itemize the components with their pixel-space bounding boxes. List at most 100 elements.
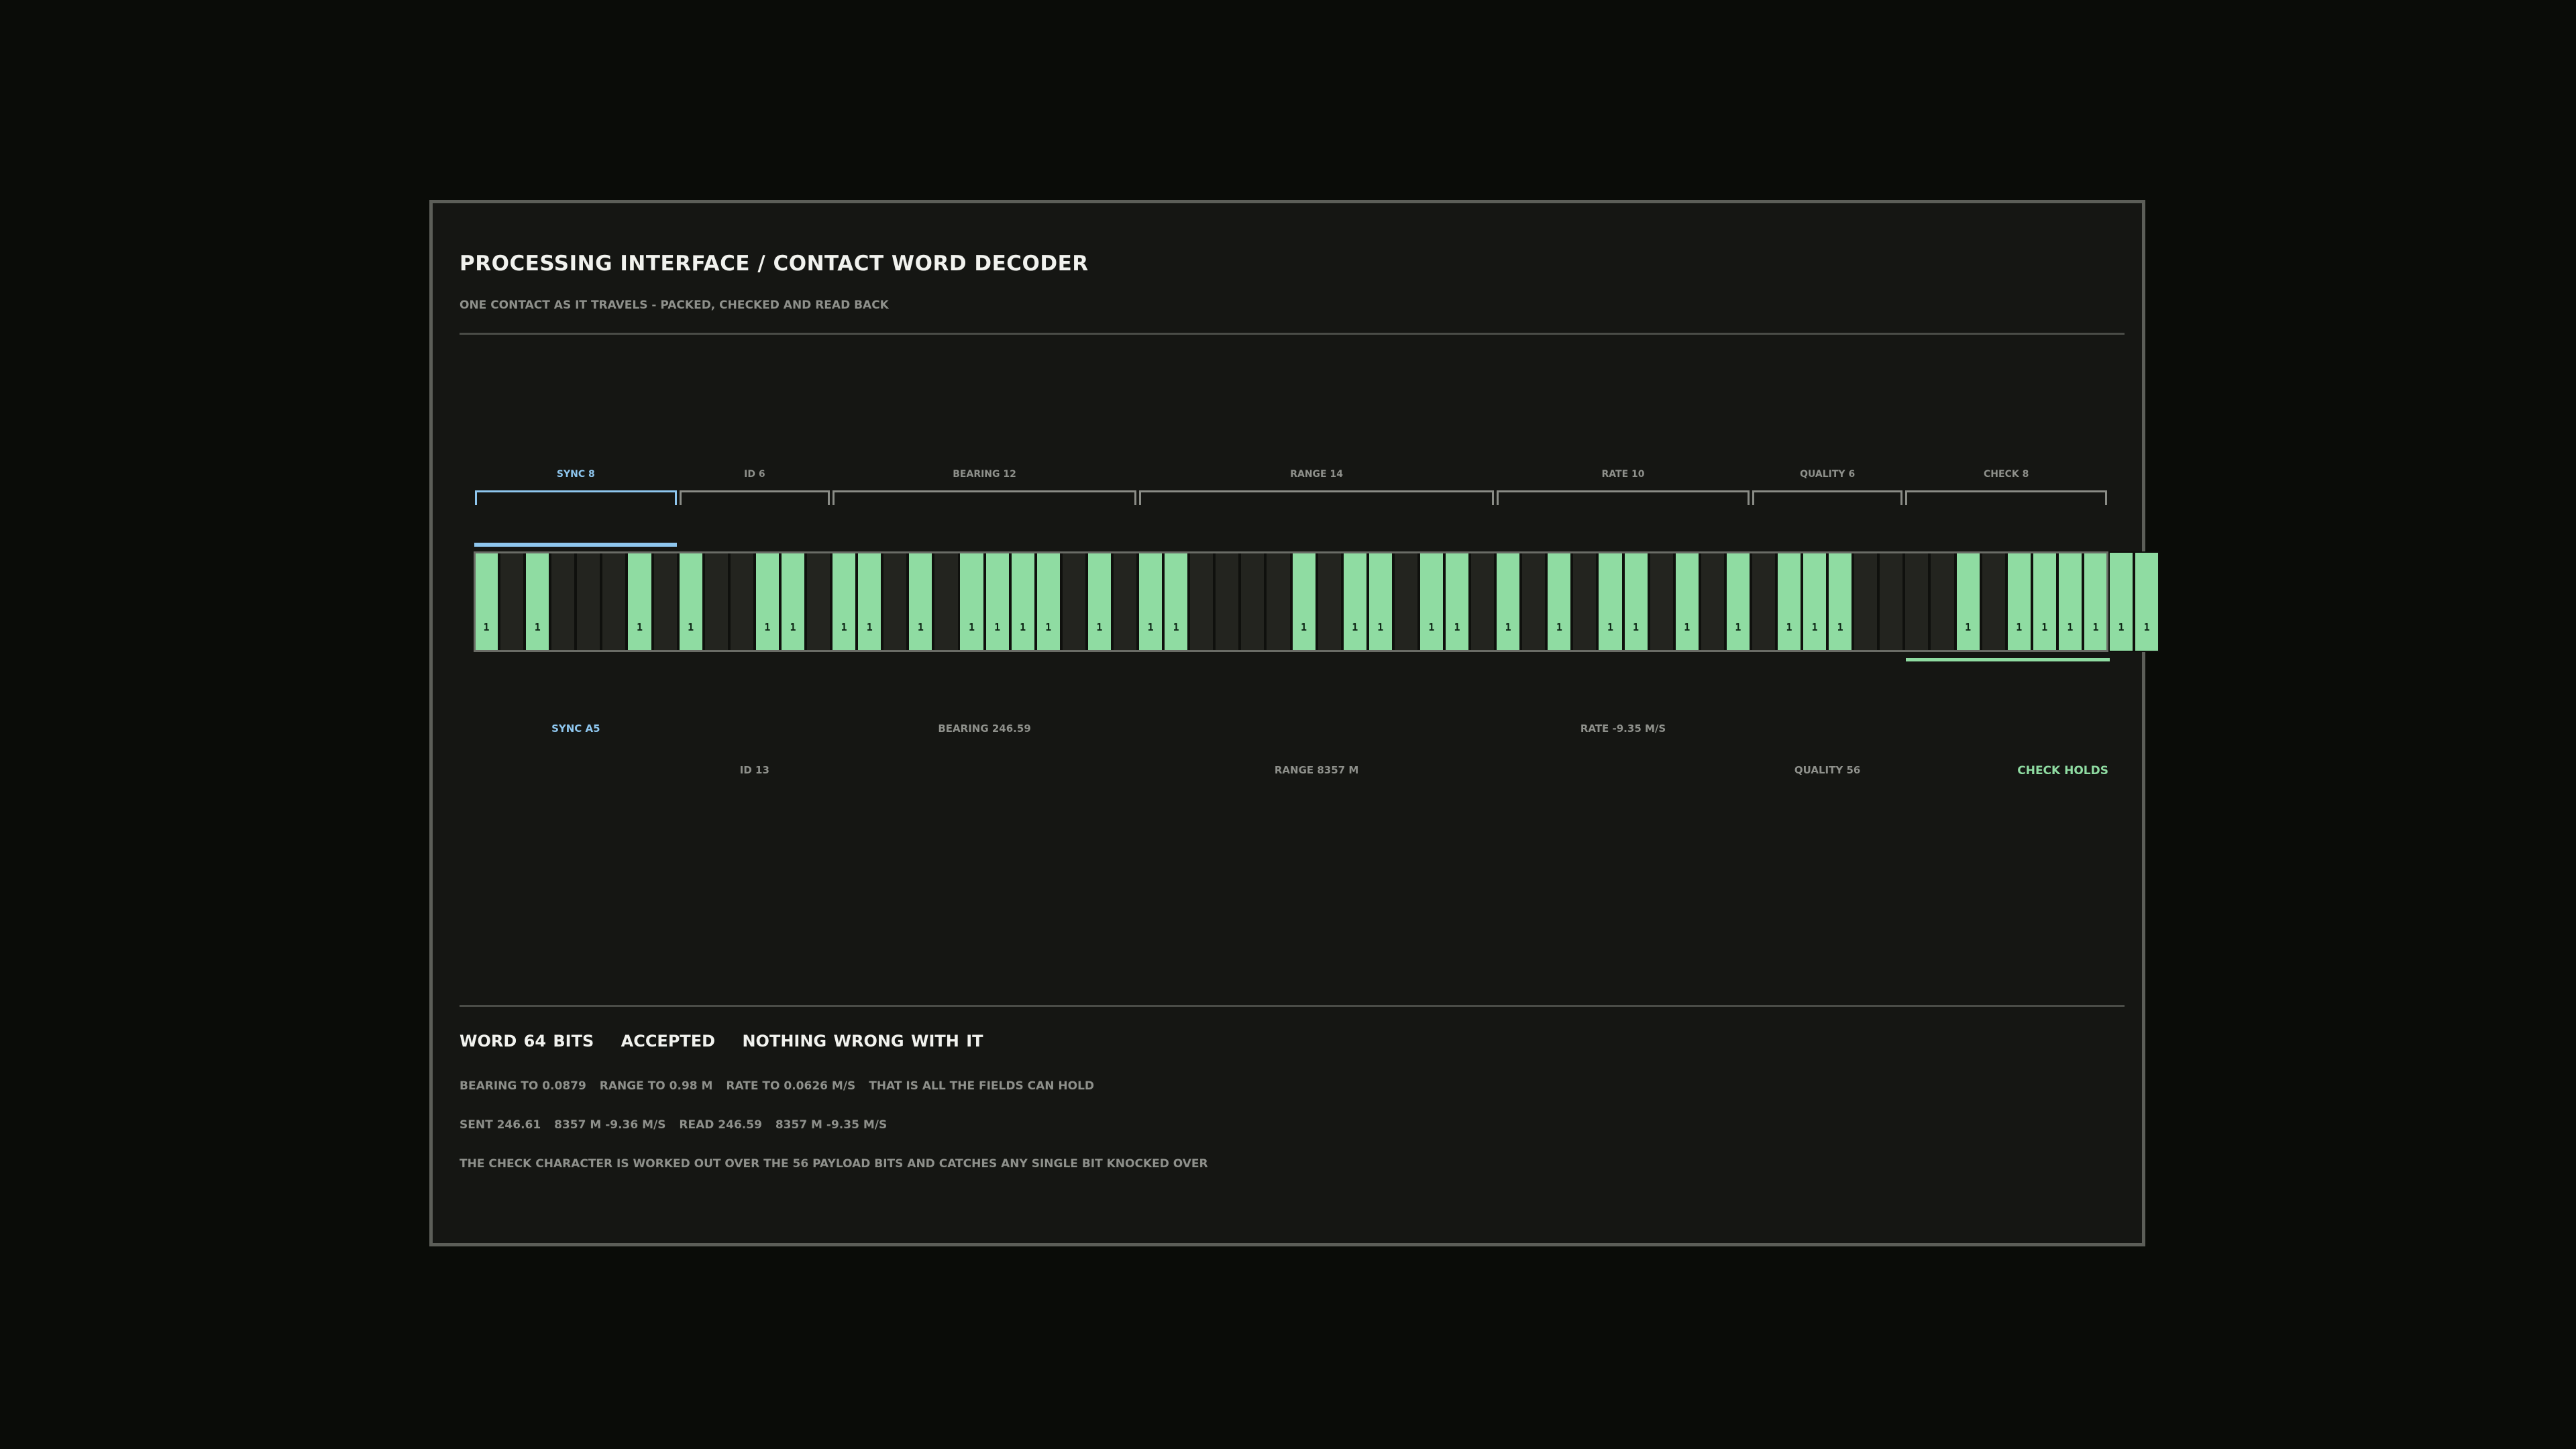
bit-cell xyxy=(1470,551,1496,652)
bit-cell xyxy=(729,551,755,652)
bit-cell: 1 xyxy=(525,551,551,652)
bit-cell xyxy=(1061,551,1087,652)
bit-cell: 1 xyxy=(1725,551,1751,652)
bit-value: 1 xyxy=(1301,621,1307,633)
field-value-rate: RATE -9.35 M/S xyxy=(1580,722,1666,735)
bit-value: 1 xyxy=(483,621,490,633)
field-bracket-id xyxy=(679,490,830,505)
bit-value: 1 xyxy=(917,621,924,633)
bit-cell xyxy=(652,551,678,652)
bit-cell: 1 xyxy=(1776,551,1803,652)
bit-value: 1 xyxy=(1428,621,1435,633)
bit-cell xyxy=(1878,551,1904,652)
status-line: WORD 64 BITS ACCEPTED NOTHING WRONG WITH… xyxy=(460,1032,1004,1051)
bit-cell xyxy=(1929,551,1955,652)
bit-value: 1 xyxy=(841,621,847,633)
field-label-quality: QUALITY 6 xyxy=(1800,469,1856,480)
summary-divider xyxy=(460,1005,2125,1007)
bit-value: 1 xyxy=(790,621,796,633)
bit-cell xyxy=(1112,551,1138,652)
bit-cell: 1 xyxy=(984,551,1010,652)
bit-cell xyxy=(1750,551,1776,652)
read-range-rate: 8357 M -9.35 M/S xyxy=(775,1118,888,1132)
field-value-id: ID 13 xyxy=(739,764,769,776)
bit-cell: 1 xyxy=(1163,551,1189,652)
bit-value: 1 xyxy=(2118,621,2125,633)
bit-cell: 1 xyxy=(754,551,780,652)
header-divider xyxy=(460,333,2125,335)
field-label-bearing: BEARING 12 xyxy=(953,469,1016,480)
rate-resolution: RATE TO 0.0626 M/S xyxy=(726,1079,856,1093)
range-resolution: RANGE TO 0.98 M xyxy=(599,1079,713,1093)
bit-cell: 1 xyxy=(959,551,985,652)
bit-value: 1 xyxy=(1556,621,1562,633)
bit-value: 1 xyxy=(1837,621,1843,633)
bit-value: 1 xyxy=(1352,621,1358,633)
bit-cell xyxy=(1853,551,1879,652)
bit-cell xyxy=(1316,551,1342,652)
bit-value: 1 xyxy=(1633,621,1640,633)
bit-value: 1 xyxy=(1607,621,1613,633)
accepted-badge: ACCEPTED xyxy=(621,1032,716,1051)
bit-value: 1 xyxy=(1096,621,1103,633)
bit-value: 1 xyxy=(969,621,975,633)
field-label-sync: SYNC 8 xyxy=(556,469,595,480)
bit-cell xyxy=(1699,551,1725,652)
bit-cell: 1 xyxy=(1138,551,1164,652)
bit-value: 1 xyxy=(764,621,771,633)
bit-cell xyxy=(806,551,832,652)
bit-cell: 1 xyxy=(1623,551,1649,652)
bit-cell xyxy=(1265,551,1291,652)
field-value-check: CHECK HOLDS xyxy=(2017,764,2108,777)
bit-cell: 1 xyxy=(1342,551,1368,652)
bit-value: 1 xyxy=(866,621,873,633)
bit-cell xyxy=(1189,551,1215,652)
bit-cell: 1 xyxy=(1291,551,1317,652)
field-value-sync: SYNC A5 xyxy=(551,722,600,735)
bit-cell: 1 xyxy=(857,551,883,652)
bit-value: 1 xyxy=(1020,621,1026,633)
bit-cell: 1 xyxy=(2057,551,2083,652)
bit-value: 1 xyxy=(1735,621,1741,633)
bit-cell xyxy=(933,551,959,652)
sent-bearing: SENT 246.61 xyxy=(460,1118,541,1132)
bit-value: 1 xyxy=(1684,621,1690,633)
bit-value: 1 xyxy=(1505,621,1511,633)
bit-cell xyxy=(550,551,576,652)
bit-cell: 1 xyxy=(1418,551,1444,652)
bit-cell: 1 xyxy=(908,551,934,652)
bit-cell xyxy=(1572,551,1598,652)
page-subtitle: ONE CONTACT AS IT TRAVELS - PACKED, CHEC… xyxy=(460,299,889,312)
bit-cell xyxy=(499,551,525,652)
bit-cell: 1 xyxy=(1367,551,1393,652)
field-bracket-check xyxy=(1905,490,2107,505)
word-size-text: WORD 64 BITS xyxy=(460,1032,594,1051)
bit-cell: 1 xyxy=(2006,551,2032,652)
bit-cell xyxy=(882,551,908,652)
read-bearing: READ 246.59 xyxy=(679,1118,762,1132)
field-label-range: RANGE 14 xyxy=(1290,469,1343,480)
bit-value: 1 xyxy=(637,621,643,633)
bit-strip: 1 1 1 1 1 1 1 1 1 1 1 1 1 1 1 1 1 1 1 1 1 1 1 1 1 1 1 1 1 1 1 1 1 1 1 1 1 xyxy=(474,551,2160,652)
bit-cell: 1 xyxy=(474,551,500,652)
bit-cell xyxy=(576,551,602,652)
bit-value: 1 xyxy=(2092,621,2099,633)
bit-cell xyxy=(703,551,729,652)
bit-value: 1 xyxy=(1786,621,1792,633)
sync-highlight-bar xyxy=(474,543,677,547)
bit-value: 1 xyxy=(1147,621,1154,633)
bit-cell xyxy=(1904,551,1930,652)
field-value-quality: QUALITY 56 xyxy=(1794,764,1861,776)
bit-cell: 1 xyxy=(831,551,857,652)
bit-cell: 1 xyxy=(2031,551,2057,652)
field-bracket-quality xyxy=(1752,490,1903,505)
sent-range-rate: 8357 M -9.36 M/S xyxy=(554,1118,666,1132)
field-bracket-rate xyxy=(1497,490,1750,505)
bit-cell: 1 xyxy=(678,551,704,652)
bit-value: 1 xyxy=(1173,621,1179,633)
bearing-resolution: BEARING TO 0.0879 xyxy=(460,1079,586,1093)
field-bracket-sync xyxy=(475,490,677,505)
page-title: PROCESSING INTERFACE / CONTACT WORD DECO… xyxy=(460,252,1089,276)
bit-value: 1 xyxy=(1045,621,1052,633)
field-label-id: ID 6 xyxy=(744,469,765,480)
